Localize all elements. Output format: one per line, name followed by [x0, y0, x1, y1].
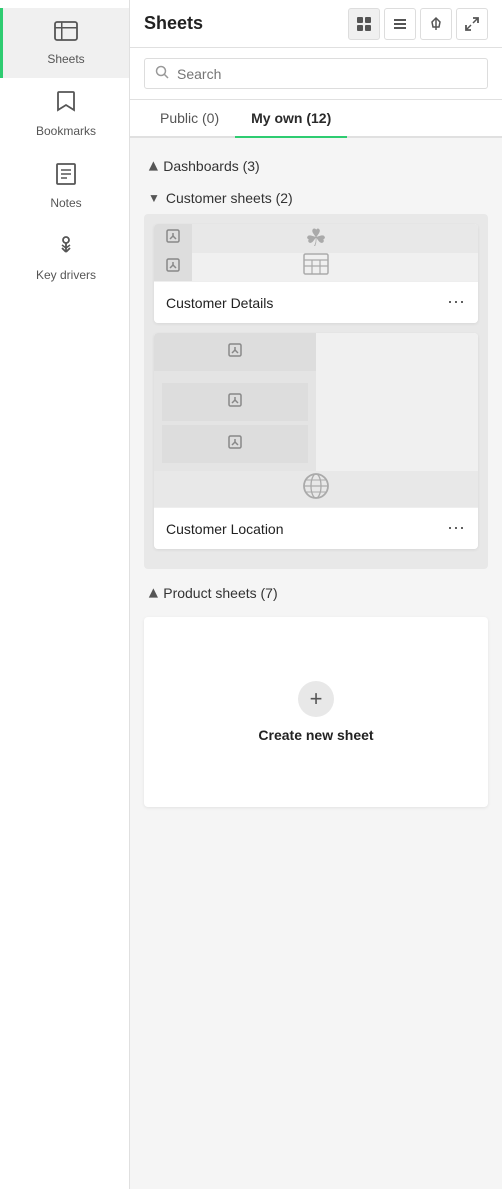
main-panel: Sheets: [130, 0, 502, 1189]
expand-button[interactable]: [456, 8, 488, 40]
sidebar-item-key-drivers-label: Key drivers: [36, 268, 96, 282]
search-input[interactable]: [177, 66, 477, 82]
tabs: Public (0) My own (12): [130, 100, 502, 138]
customer-sheets-group: ☘: [144, 214, 488, 569]
create-sheet-label: Create new sheet: [258, 727, 373, 743]
export-icon-cl-mid: [228, 393, 242, 412]
export-icon-cl-top: [228, 343, 242, 362]
sheet-card-customer-details[interactable]: ☘: [154, 224, 478, 323]
preview-left: [154, 333, 316, 471]
bookmarks-icon: [56, 90, 76, 120]
sidebar-item-bookmarks-label: Bookmarks: [36, 124, 96, 138]
header-actions: [348, 8, 488, 40]
section-product-sheets-label: Product sheets (7): [163, 585, 277, 601]
export-icon-cl-bottom: [228, 435, 242, 454]
export-icon-top: [166, 229, 180, 248]
preview-top-left-strip: [154, 224, 192, 253]
pin-button[interactable]: [420, 8, 452, 40]
tab-my-own[interactable]: My own (12): [235, 100, 347, 138]
notes-icon: [55, 162, 77, 192]
sidebar: Sheets Bookmarks Notes: [0, 0, 130, 1189]
sidebar-item-sheets[interactable]: Sheets: [0, 8, 129, 78]
sheet-menu-customer-location[interactable]: ⋯: [447, 518, 466, 539]
section-dashboards-label: Dashboards (3): [163, 158, 260, 174]
search-icon: [155, 65, 169, 82]
preview-bottom: [154, 253, 478, 281]
sheet-name-customer-details: Customer Details: [166, 295, 273, 311]
preview-cl-bottom-item1: [162, 383, 308, 421]
sidebar-item-notes[interactable]: Notes: [0, 150, 129, 222]
section-product-sheets[interactable]: ▶ Product sheets (7): [144, 577, 488, 609]
sheet-card-footer-customer-location: Customer Location ⋯: [154, 507, 478, 549]
create-sheet-card[interactable]: + Create new sheet: [144, 617, 488, 807]
page-title: Sheets: [144, 13, 203, 34]
header: Sheets: [130, 0, 502, 48]
export-icon-bottom: [166, 258, 180, 277]
section-customer-sheets-label: Customer sheets (2): [166, 190, 293, 206]
content-area: ▶ Dashboards (3) ▼ Customer sheets (2): [130, 138, 502, 819]
sheet-card-customer-location[interactable]: Customer Location ⋯: [154, 333, 478, 549]
sidebar-item-key-drivers[interactable]: Key drivers: [0, 222, 129, 294]
chevron-right-icon-product: ▶: [146, 588, 160, 597]
chevron-right-icon: ▶: [146, 161, 160, 170]
sheets-icon: [53, 20, 79, 48]
preview-top: ☘: [154, 224, 478, 253]
sheet-card-footer-customer-details: Customer Details ⋯: [154, 281, 478, 323]
create-sheet-icon: +: [298, 681, 334, 717]
preview-cl-bottom-item2: [162, 425, 308, 463]
sidebar-item-notes-label: Notes: [50, 196, 81, 210]
tab-public[interactable]: Public (0): [144, 100, 235, 138]
key-drivers-icon: [54, 234, 78, 264]
chevron-down-icon: ▼: [148, 191, 160, 205]
puzzle-icon: ☘: [305, 224, 327, 253]
preview-left-top: [154, 333, 316, 371]
search-wrapper: [144, 58, 488, 89]
table-icon: [303, 253, 329, 281]
search-bar: [130, 48, 502, 100]
sheet-preview-customer-details: ☘: [154, 224, 478, 281]
list-view-button[interactable]: [384, 8, 416, 40]
sheet-name-customer-location: Customer Location: [166, 521, 284, 537]
sidebar-item-sheets-label: Sheets: [47, 52, 84, 66]
sidebar-item-bookmarks[interactable]: Bookmarks: [0, 78, 129, 150]
section-dashboards[interactable]: ▶ Dashboards (3): [144, 150, 488, 182]
preview-left-bottom: [154, 371, 316, 471]
preview-right: [154, 471, 478, 507]
grid-view-button[interactable]: [348, 8, 380, 40]
sheet-menu-customer-details[interactable]: ⋯: [447, 292, 466, 313]
section-customer-sheets[interactable]: ▼ Customer sheets (2): [144, 182, 488, 214]
sheet-preview-customer-location: [154, 333, 478, 507]
preview-bottom-left-strip: [154, 253, 192, 281]
globe-icon: [301, 471, 331, 507]
